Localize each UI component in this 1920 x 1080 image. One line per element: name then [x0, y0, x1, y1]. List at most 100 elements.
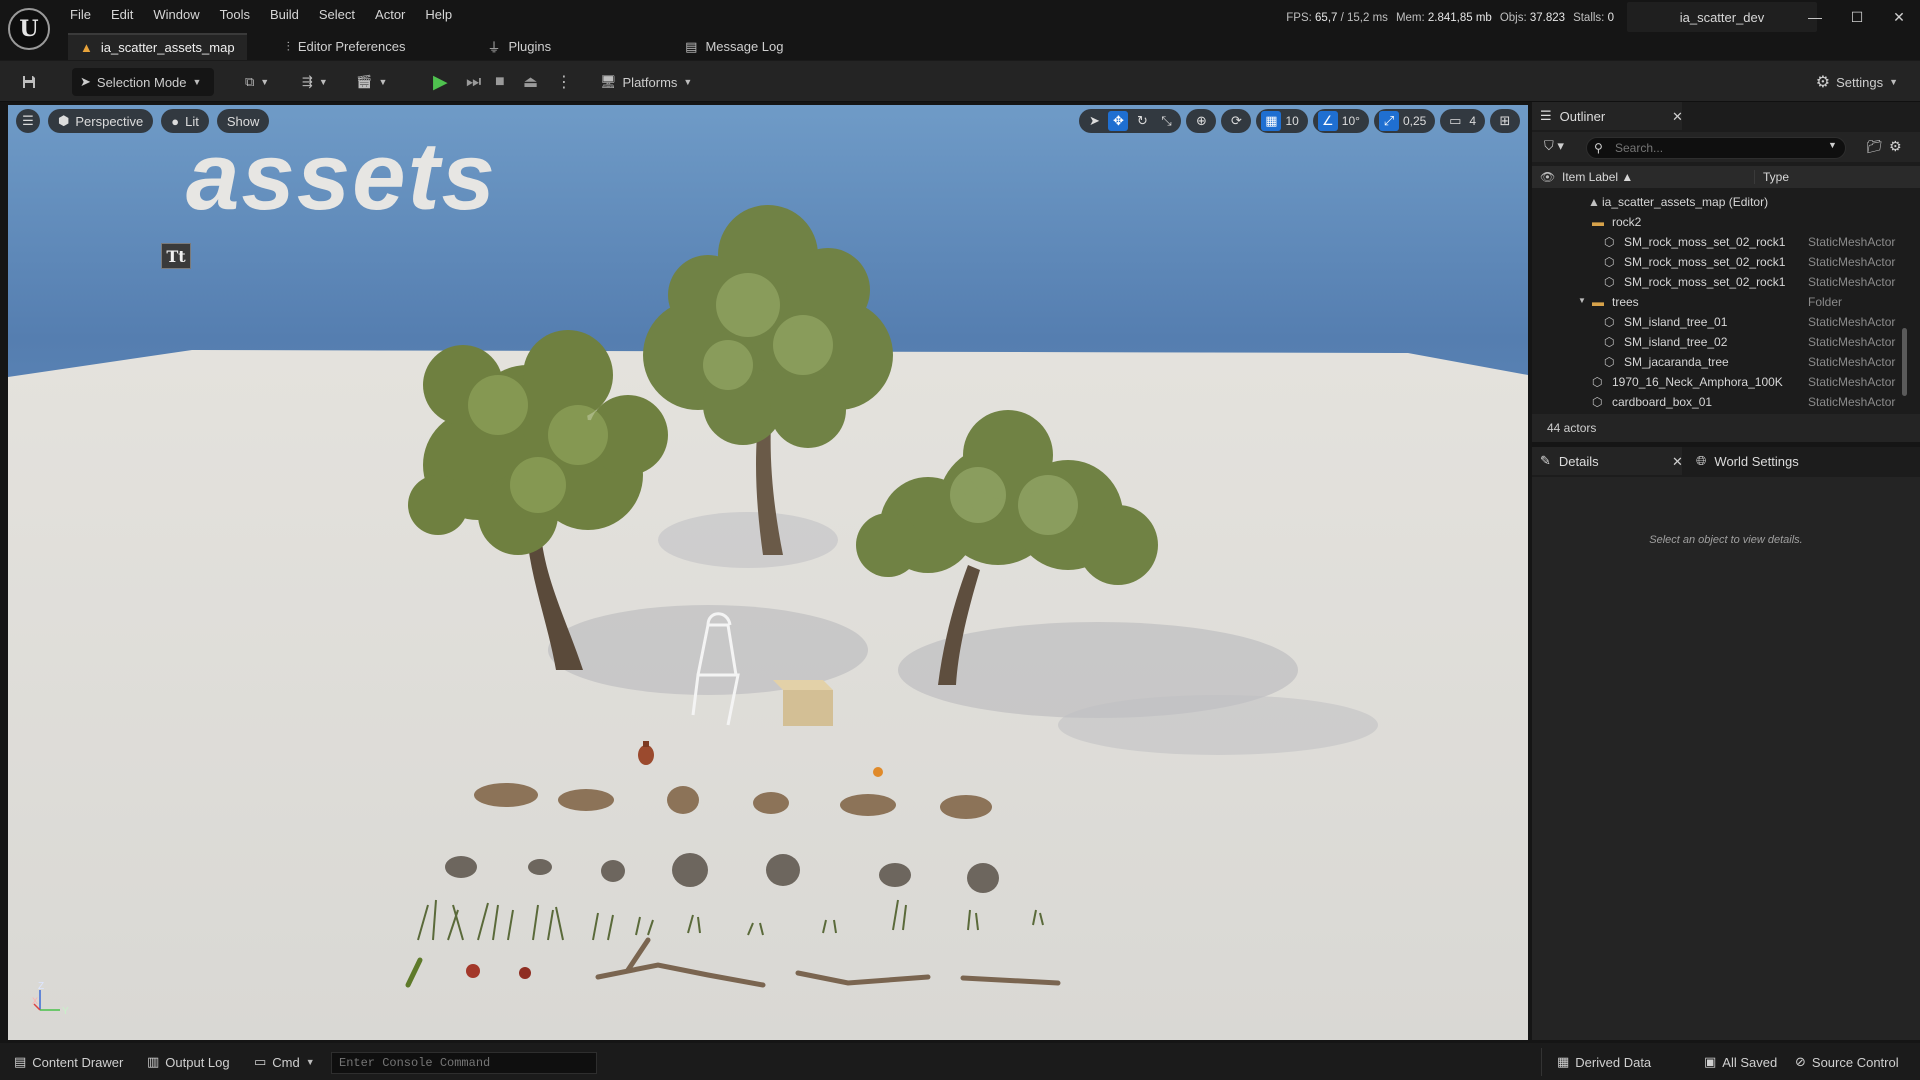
eject-icon: ⏏ [523, 74, 539, 91]
project-name: ia_scatter_dev [1627, 2, 1817, 32]
show-button[interactable]: Show [216, 109, 270, 133]
menu-build[interactable]: Build [260, 6, 309, 24]
tab-outliner[interactable]: ☰ Outliner [1532, 102, 1682, 130]
maximize-icon[interactable]: ☐ [1836, 0, 1878, 34]
outliner-scrollbar[interactable] [1902, 328, 1907, 396]
tab-level[interactable]: ▲ ia_scatter_assets_map [68, 33, 247, 60]
menu-actor[interactable]: Actor [365, 6, 415, 24]
row-type: StaticMeshActor [1808, 315, 1896, 329]
expand-arrow-icon[interactable]: ▼ [1578, 296, 1586, 305]
gear-icon[interactable]: ⚙ [1889, 138, 1902, 155]
cmd-dropdown[interactable]: ▭ Cmd ▼ [254, 1052, 315, 1072]
tab-details[interactable]: ✎ Details [1532, 447, 1682, 475]
outliner-search-input[interactable] [1586, 137, 1846, 159]
settings-dropdown[interactable]: ⚙ Settings ▼ [1816, 68, 1898, 96]
tree-row-actor[interactable]: ⬡ SM_island_tree_02 StaticMeshActor [1532, 332, 1902, 352]
column-type[interactable]: Type [1754, 170, 1789, 184]
text-actor-sprite-icon[interactable]: Tt [161, 243, 191, 269]
scale-tool-icon[interactable]: ⤡ [1156, 111, 1176, 131]
row-label: SM_rock_moss_set_02_rock1 [1624, 255, 1786, 269]
scene-render [8, 205, 1528, 1040]
layout-grid-icon[interactable]: ⊞ [1495, 111, 1515, 131]
eject-button[interactable]: ⏏ [523, 68, 538, 96]
tree-row-actor[interactable]: ⬡ 1970_16_Neck_Amphora_100K StaticMeshAc… [1532, 372, 1902, 392]
close-icon[interactable]: ✕ [1878, 0, 1920, 34]
add-folder-icon[interactable]: 📁︎ [1866, 139, 1883, 155]
selection-mode-label: Selection Mode [96, 74, 187, 90]
output-log-label: Output Log [165, 1054, 230, 1070]
tab-message-log[interactable]: ▤ Message Log [673, 33, 795, 60]
scale-snap-icon[interactable]: ⤢ [1378, 111, 1399, 131]
stalls-stat: Stalls: 0 [1573, 12, 1614, 24]
derived-data-button[interactable]: ▦ Derived Data [1557, 1052, 1651, 1072]
play-options-button[interactable]: ⋮ [556, 68, 572, 96]
translate-tool-icon[interactable]: ✥ [1108, 111, 1129, 131]
tree-row-folder[interactable]: ▼ ▬ trees Folder [1532, 292, 1902, 312]
level-viewport[interactable]: assets Tt ☰ ⬢ Perspective ● Lit Show ➤ ✥… [8, 105, 1528, 1040]
world-settings-title: World Settings [1714, 453, 1799, 469]
tree-row-actor[interactable]: ⬡ cardboard_box_01 StaticMeshActor [1532, 392, 1902, 412]
save-button[interactable] [18, 68, 40, 96]
blueprints-button[interactable]: ⇶ ▼ [302, 68, 328, 96]
output-log-button[interactable]: ▥ Output Log [147, 1052, 230, 1072]
tree-row-actor[interactable]: ⬡ SM_rock_moss_set_02_rock1 StaticMeshAc… [1532, 272, 1902, 292]
world-space-icon[interactable]: ⊕ [1191, 111, 1211, 131]
lit-button[interactable]: ● Lit [161, 109, 209, 133]
cinematics-button[interactable]: 🎬︎ ▼ [356, 68, 387, 96]
play-button[interactable]: ▶ [433, 68, 448, 96]
unreal-logo-icon[interactable]: U [8, 8, 50, 50]
menu-window[interactable]: Window [143, 6, 209, 24]
scale-snap: ⤢ 0,25 [1373, 109, 1436, 133]
tree-row-actor[interactable]: ⬡ SM_jacaranda_tree StaticMeshActor [1532, 352, 1902, 372]
all-saved-button[interactable]: ▣ All Saved [1704, 1052, 1777, 1072]
surface-snap-icon[interactable]: ⟳ [1226, 111, 1246, 131]
perspective-button[interactable]: ⬢ Perspective [48, 109, 154, 133]
scale-snap-value[interactable]: 0,25 [1403, 114, 1430, 128]
row-type: StaticMeshActor [1808, 395, 1896, 409]
fps-stat: FPS: 65,7 / 15,2 ms [1286, 12, 1388, 24]
static-mesh-icon: ⬡ [1592, 375, 1603, 389]
grid-snap-value[interactable]: 10 [1285, 114, 1302, 128]
menu-help[interactable]: Help [415, 6, 462, 24]
rotation-snap-value[interactable]: 10° [1342, 114, 1364, 128]
tree-row-folder[interactable]: ▬ rock2 [1532, 212, 1902, 232]
tree-row-actor[interactable]: ⬡ SM_rock_moss_set_02_rock1 StaticMeshAc… [1532, 252, 1902, 272]
chevron-down-icon[interactable]: ▼ [1828, 140, 1837, 150]
selection-mode-dropdown[interactable]: ➤ Selection Mode ▼ [72, 68, 214, 96]
menu-select[interactable]: Select [309, 6, 365, 24]
viewport-menu-button[interactable]: ☰ [16, 109, 40, 133]
filter-icon[interactable]: ⛉ ▾ [1544, 138, 1564, 154]
tab-editor-preferences[interactable]: ⫶ Editor Preferences [275, 33, 418, 60]
row-label: SM_jacaranda_tree [1624, 355, 1729, 369]
tab-message-log-label: Message Log [705, 39, 784, 54]
menu-edit[interactable]: Edit [101, 6, 143, 24]
tab-world-settings[interactable]: 🌐︎ World Settings [1688, 447, 1838, 475]
add-actor-button[interactable]: ⧉ ▼ [245, 68, 269, 96]
column-item-label[interactable]: Item Label ▲ [1562, 170, 1633, 184]
minimize-icon[interactable]: — [1794, 0, 1836, 34]
source-control-button[interactable]: ⊘ Source Control [1795, 1052, 1899, 1072]
grid-snap: ▦ 10 [1256, 109, 1308, 133]
tree-row-actor[interactable]: ⬡ SM_island_tree_01 StaticMeshActor [1532, 312, 1902, 332]
tab-plugins[interactable]: ⏚ Plugins [475, 33, 563, 60]
tree-row-map[interactable]: ▲ ia_scatter_assets_map (Editor) [1532, 192, 1902, 212]
console-command-input[interactable] [331, 1052, 597, 1074]
eye-icon[interactable]: 👁︎ [1540, 170, 1555, 184]
camera-speed-value[interactable]: 4 [1469, 114, 1480, 128]
content-drawer-button[interactable]: ▤ Content Drawer [14, 1052, 123, 1072]
platforms-dropdown[interactable]: 🖥︎ Platforms ▼ [600, 68, 692, 96]
angle-snap-icon[interactable]: ∠ [1317, 111, 1338, 131]
camera-icon[interactable]: ▭ [1445, 111, 1465, 131]
level-icon: ▲ [80, 40, 93, 55]
grid-snap-icon[interactable]: ▦ [1261, 111, 1282, 131]
platforms-icon: 🖥︎ [600, 74, 617, 89]
close-icon[interactable]: ✕ [1672, 109, 1683, 125]
stop-button[interactable]: ■ [495, 68, 505, 96]
close-icon[interactable]: ✕ [1672, 454, 1683, 470]
rotate-tool-icon[interactable]: ↻ [1132, 111, 1152, 131]
select-tool-icon[interactable]: ➤ [1084, 111, 1104, 131]
menu-file[interactable]: File [60, 6, 101, 24]
menu-tools[interactable]: Tools [210, 6, 260, 24]
tree-row-actor[interactable]: ⬡ SM_rock_moss_set_02_rock1 StaticMeshAc… [1532, 232, 1902, 252]
step-button[interactable]: ⏭ [466, 68, 481, 96]
